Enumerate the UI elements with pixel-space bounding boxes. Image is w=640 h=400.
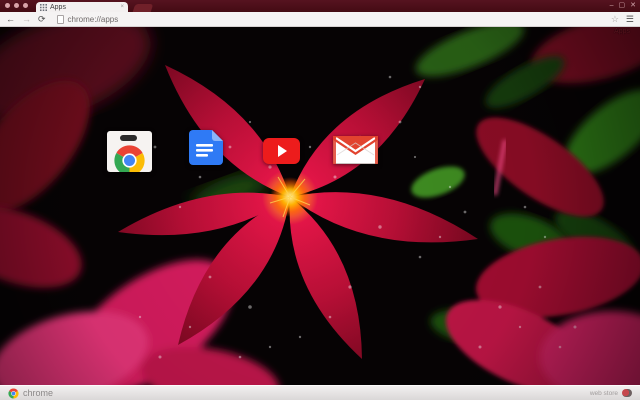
- chrome-app-icon[interactable]: [107, 131, 152, 172]
- window-button-close[interactable]: [5, 3, 10, 8]
- window-controls: – ▢ ✕: [610, 1, 636, 11]
- menu-icon[interactable]: ☰: [626, 14, 634, 25]
- window-button-maximize[interactable]: [23, 3, 28, 8]
- bookmark-star-icon[interactable]: ☆: [611, 14, 619, 25]
- flower-wallpaper: [0, 27, 640, 385]
- page-icon: [56, 14, 64, 24]
- forward-icon[interactable]: →: [22, 14, 31, 24]
- reload-icon[interactable]: ⟳: [38, 14, 46, 24]
- title-bar: Apps × – ▢ ✕: [0, 0, 640, 12]
- window-button-minimize[interactable]: [14, 3, 19, 8]
- address-bar[interactable]: chrome://apps: [53, 14, 604, 24]
- apps-grid-icon: [40, 3, 47, 11]
- window-buttons: [5, 3, 28, 8]
- footer-brand: chrome: [8, 387, 54, 399]
- footer-bar: chrome web store: [0, 385, 640, 400]
- maximize-icon[interactable]: ▢: [619, 1, 626, 11]
- gmail-envelope-icon: [333, 136, 378, 164]
- minimize-icon[interactable]: –: [610, 1, 614, 11]
- toolbar: ← → ⟳ chrome://apps ☆ ☰: [0, 12, 640, 27]
- chrome-logo-icon: [114, 145, 145, 172]
- tile-handle: [120, 135, 137, 141]
- back-icon[interactable]: ←: [6, 14, 15, 24]
- browser-tab-apps[interactable]: Apps ×: [36, 2, 128, 12]
- docs-app-icon[interactable]: [189, 130, 223, 165]
- tab-title: Apps: [50, 3, 66, 11]
- footer-store: web store: [590, 389, 632, 397]
- youtube-app-icon[interactable]: [263, 138, 300, 164]
- new-tab-page: Apps: [0, 27, 640, 385]
- browser-window: Apps × – ▢ ✕ ← → ⟳ chrome://apps ☆ ☰ App…: [0, 0, 640, 400]
- play-icon: [278, 145, 287, 157]
- footer-brand-text: chrome: [23, 388, 54, 398]
- tab-close-icon[interactable]: ×: [120, 4, 124, 10]
- new-tab-button[interactable]: [132, 4, 154, 12]
- web-store-text: web store: [589, 389, 618, 397]
- bookmarks-bar-apps-label[interactable]: Apps: [614, 28, 630, 35]
- close-icon[interactable]: ✕: [630, 1, 636, 11]
- web-store-logo-icon: [622, 389, 632, 397]
- gmail-app-icon[interactable]: [333, 136, 378, 164]
- docs-icon: [189, 130, 223, 165]
- chrome-footer-logo-icon: [8, 387, 19, 399]
- url-text[interactable]: chrome://apps: [68, 15, 119, 24]
